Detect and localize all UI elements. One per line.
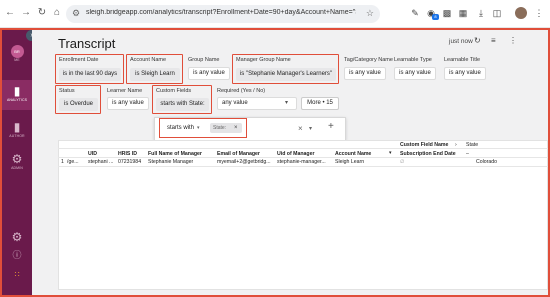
filter-value[interactable]: is any value [344, 67, 386, 80]
row-cell: stephani ... [88, 159, 114, 165]
filter-value[interactable]: is any value [394, 67, 436, 80]
user-circle-icon: BR [10, 45, 24, 58]
sidebar-item-label: ME [14, 58, 20, 62]
filter-label: Learner Name [107, 88, 143, 94]
sidebar-item-label: ANALYTICS [6, 98, 28, 102]
sidebar-item-analytics[interactable]: ▮ ANALYTICS [2, 80, 32, 110]
sidebar-item-label: ADMIN [11, 166, 23, 170]
sidebar-item-author[interactable]: ▮ AUTHOR [2, 120, 32, 139]
back-icon[interactable]: ← [4, 7, 16, 19]
filter-icon[interactable]: ≡ [491, 36, 496, 45]
extension-icon[interactable]: ◉ 8 [424, 6, 439, 20]
url-text[interactable]: sleigh.bridgeapp.com/analytics/transcrip… [86, 9, 356, 16]
filter-value[interactable]: is Sleigh Learn [130, 68, 180, 81]
apps-grid-icon: ∷ [14, 270, 20, 279]
row-divider [58, 157, 548, 158]
profile-avatar[interactable] [515, 7, 527, 19]
chevron-down-icon[interactable]: ▾ [389, 150, 392, 156]
help-button[interactable]: ⓘ [2, 248, 32, 262]
filter-label: Enrollment Date [59, 57, 99, 63]
gears-icon: ⚙ [11, 152, 23, 166]
puzzle-icon[interactable]: ▦ [456, 6, 470, 20]
filter-label: Learnable Type [394, 57, 432, 63]
reload-icon[interactable]: ↻ [36, 7, 48, 19]
bookmark-star-icon[interactable]: ☆ [366, 8, 374, 19]
refresh-icon[interactable]: ↻ [474, 36, 481, 45]
more-filters-button[interactable]: More • 15 [301, 97, 339, 110]
filter-label: Required (Yes / No) [217, 88, 266, 94]
filter-learner-name[interactable]: Learner Name is any value [104, 85, 151, 114]
sidebar-item-admin[interactable]: ⚙ ADMIN [2, 152, 32, 171]
filter-custom-fields[interactable]: Custom Fields starts with State: [152, 85, 212, 114]
filter-enrollment-date[interactable]: Enrollment Date is in the last 90 days [55, 54, 124, 84]
last-refreshed: just now [449, 38, 473, 45]
filter-value[interactable]: is any value [444, 67, 486, 80]
chevron-down-icon: ▾ [285, 100, 289, 106]
filter-label: Status [59, 88, 75, 94]
browser-toolbar: ← → ↻ ⌂ ⚙ sleigh.bridgeapp.com/analytics… [0, 0, 550, 28]
filter-label: Custom Fields [156, 88, 192, 94]
filter-value[interactable]: is "Stephanie Manager's Learners" [236, 68, 336, 81]
sync-extension-icon[interactable]: ▩ [440, 6, 454, 20]
row-number: 1 [61, 159, 64, 165]
operator-highlight [159, 118, 247, 138]
filter-learnable-title[interactable]: Learnable Title is any value [441, 54, 491, 84]
menu-dots-icon[interactable]: ⋮ [532, 6, 546, 20]
page-title: Transcript [58, 36, 116, 51]
forward-icon[interactable]: → [20, 7, 32, 19]
row-cell: stephanie-manager... [277, 159, 326, 165]
extension-badge: 8 [432, 14, 439, 20]
row-cell: /ge... [67, 159, 79, 165]
row-divider [58, 148, 548, 149]
row-cell: Stephanie Manager [148, 159, 194, 165]
filter-account-name[interactable]: Account Name is Sleigh Learn [126, 54, 183, 84]
filter-label: Learnable Title [444, 57, 481, 63]
filter-learnable-type[interactable]: Learnable Type is any value [391, 54, 439, 84]
filter-group-name[interactable]: Group Name is any value [185, 54, 231, 84]
filter-value[interactable]: is in the last 90 days [59, 68, 121, 81]
sidebar-item-me[interactable]: BR ME [2, 40, 32, 63]
chevron-down-icon[interactable]: ▾ [309, 125, 312, 132]
filter-required[interactable]: Required (Yes / No) any value ▾ [214, 85, 298, 114]
site-info-icon[interactable]: ⚙ [72, 8, 80, 19]
filter-status[interactable]: Status is Overdue [55, 85, 101, 114]
filter-label: Tag/Category Name [344, 57, 393, 63]
row-cell: myemail+2@getbridg... [217, 159, 271, 165]
home-icon[interactable]: ⌂ [51, 7, 63, 19]
filter-value[interactable]: starts with State: [156, 98, 209, 111]
add-value-icon[interactable]: + [328, 121, 334, 132]
row-cell: ∅ [400, 159, 405, 165]
book-icon: ▮ [13, 120, 21, 134]
download-icon[interactable]: ⤓ [474, 6, 488, 20]
filter-manager-group-name[interactable]: Manager Group Name is "Stephanie Manager… [232, 54, 339, 84]
filter-label: Group Name [188, 57, 220, 63]
settings-button[interactable]: ⚙ [2, 230, 32, 244]
sidebar: BR ME ▮ ANALYTICS ▮ AUTHOR ⚙ ADMIN ⚙ ⓘ ∷ [2, 30, 32, 295]
filter-label: Account Name [130, 57, 167, 63]
row-cell: Sleigh Learn [335, 159, 365, 165]
filter-tag-category-name[interactable]: Tag/Category Name is any value [341, 54, 393, 84]
filter-label: Manager Group Name [236, 57, 291, 63]
filter-value[interactable]: is any value [107, 97, 149, 110]
row-cell: 07231984 [118, 159, 142, 165]
sidebar-item-label: AUTHOR [9, 134, 25, 138]
bar-chart-icon: ▮ [13, 84, 21, 98]
address-bar[interactable]: ⚙ sleigh.bridgeapp.com/analytics/transcr… [66, 5, 380, 23]
pen-extension-icon[interactable]: ✎ [408, 6, 422, 20]
apps-button[interactable]: ∷ [2, 268, 32, 282]
sidepanel-icon[interactable]: ◫ [490, 6, 504, 20]
row-divider [58, 166, 548, 167]
filter-value[interactable]: is Overdue [59, 98, 98, 111]
filter-value[interactable]: is any value [188, 67, 230, 80]
clear-icon[interactable]: × [298, 124, 303, 133]
row-cell: Colorado [476, 159, 498, 165]
more-options-icon[interactable]: ⋮ [509, 36, 517, 45]
settings-icon: ⚙ [11, 230, 23, 244]
help-icon: ⓘ [12, 250, 22, 260]
